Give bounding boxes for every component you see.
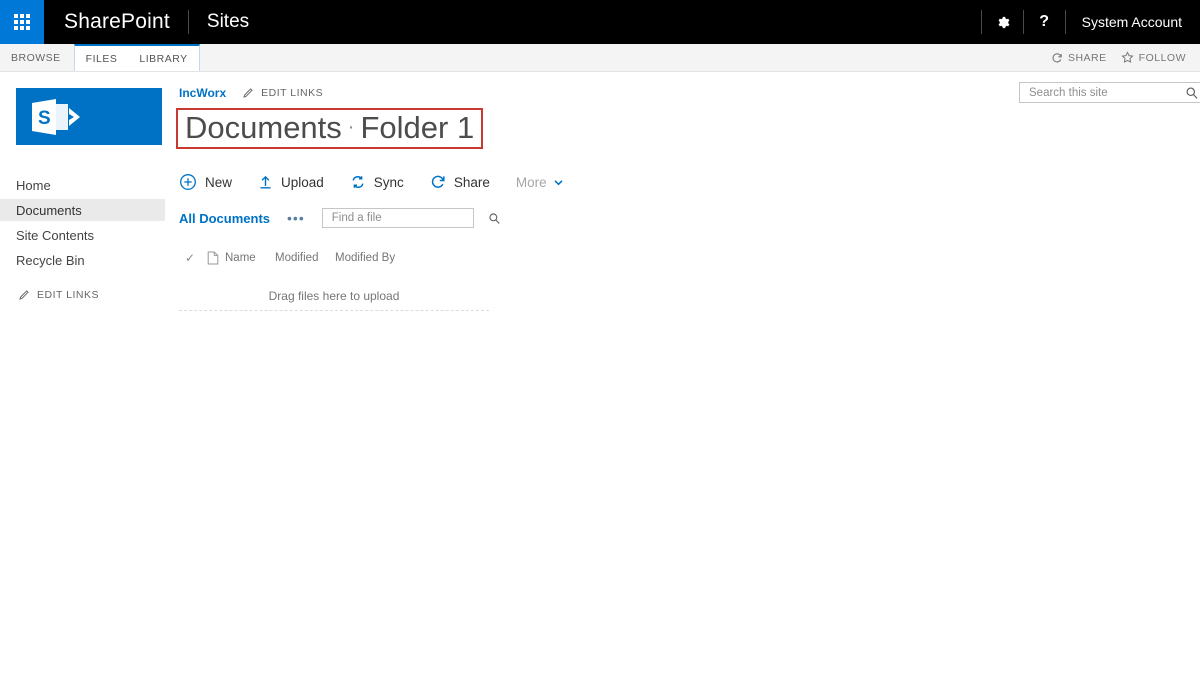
page-title-separator: ·	[347, 116, 355, 139]
new-button[interactable]: New	[179, 173, 232, 191]
command-bar: New Upload Sync Share More	[179, 171, 1200, 193]
page-title-highlight: Documents · Folder 1	[176, 108, 484, 150]
new-button-label: New	[205, 174, 233, 190]
more-button-label: More	[515, 174, 547, 190]
sharepoint-logo-icon: S	[28, 97, 90, 137]
find-a-file-box[interactable]	[321, 208, 500, 229]
tab-library[interactable]: LIBRARY	[128, 46, 198, 71]
view-overflow-ellipsis[interactable]: •••	[287, 210, 305, 226]
help-button[interactable]: ?	[1024, 0, 1065, 44]
sidebar-item-recycle-bin[interactable]: Recycle Bin	[0, 249, 165, 271]
settings-button[interactable]	[982, 0, 1023, 44]
follow-button[interactable]: FOLLOW	[1121, 51, 1186, 64]
follow-button-label: FOLLOW	[1138, 51, 1186, 64]
pencil-icon	[242, 87, 254, 99]
pencil-icon	[18, 289, 30, 301]
sidebar-edit-links-button[interactable]: EDIT LINKS	[0, 289, 165, 301]
header-edit-links-label: EDIT LINKS	[261, 87, 324, 99]
question-mark-icon: ?	[1039, 13, 1049, 30]
drop-zone-divider	[179, 310, 489, 312]
tab-files[interactable]: FILES	[75, 46, 129, 71]
app-launcher-waffle-icon	[14, 14, 30, 30]
document-icon	[201, 251, 225, 265]
sidebar-item-site-contents[interactable]: Site Contents	[0, 224, 165, 246]
column-header-modified-by[interactable]: Modified By	[335, 252, 415, 264]
search-input[interactable]	[1027, 85, 1185, 100]
sync-button-label: Sync	[373, 174, 404, 190]
main-content: IncWorx EDIT LINKS Documents · Folder 1 …	[165, 72, 1200, 312]
ribbon-selected-group: FILES LIBRARY	[73, 44, 200, 71]
chevron-down-icon	[553, 177, 564, 188]
sync-button[interactable]: Sync	[350, 174, 404, 190]
tab-browse[interactable]: BROWSE	[0, 44, 72, 71]
search-icon[interactable]	[1185, 86, 1199, 100]
share-circle-icon	[430, 174, 446, 190]
file-drop-zone[interactable]: Drag files here to upload	[179, 289, 489, 312]
upload-button[interactable]: Upload	[258, 174, 324, 190]
upload-arrow-icon	[258, 174, 273, 190]
sidebar-item-documents[interactable]: Documents	[0, 199, 165, 221]
view-filter-bar: All Documents •••	[179, 207, 1200, 229]
plus-circle-icon	[179, 173, 197, 191]
sidebar-edit-links-label: EDIT LINKS	[37, 289, 99, 301]
suite-bar-spacer	[267, 0, 980, 44]
file-list-header: ✓ Name Modified Modified By	[179, 249, 1200, 267]
user-account-menu[interactable]: System Account	[1066, 0, 1200, 44]
page-body: S Home Documents Site Contents Recycle B…	[0, 72, 1200, 312]
column-header-modified[interactable]: Modified	[275, 252, 335, 264]
share-button-label: SHARE	[1067, 51, 1107, 64]
svg-text:S: S	[38, 108, 51, 129]
share-command-button[interactable]: Share	[430, 174, 490, 190]
sidebar-item-home[interactable]: Home	[0, 174, 165, 196]
select-all-checkmark-icon[interactable]: ✓	[179, 251, 201, 265]
more-button[interactable]: More	[516, 175, 564, 190]
page-title-primary: Documents	[185, 110, 342, 145]
sync-arrows-icon	[350, 174, 366, 190]
share-button[interactable]: SHARE	[1051, 52, 1107, 64]
view-selector-all-documents[interactable]: All Documents	[179, 211, 270, 226]
header-edit-links-button[interactable]: EDIT LINKS	[242, 87, 323, 99]
left-navigation: S Home Documents Site Contents Recycle B…	[0, 72, 165, 301]
sharepoint-brand-link[interactable]: SharePoint	[44, 0, 188, 44]
share-circle-icon	[1051, 52, 1063, 64]
upload-button-label: Upload	[281, 174, 324, 190]
app-launcher-button[interactable]	[0, 0, 44, 44]
search-icon[interactable]	[488, 212, 501, 225]
column-header-name[interactable]: Name	[225, 252, 275, 264]
site-search-box[interactable]	[1019, 82, 1200, 103]
ribbon-actions: SHARE FOLLOW	[1051, 44, 1200, 71]
share-command-label: Share	[453, 174, 490, 190]
drop-zone-message: Drag files here to upload	[268, 289, 400, 304]
nav-list: Home Documents Site Contents Recycle Bin	[0, 174, 165, 271]
gear-icon	[995, 15, 1010, 30]
find-a-file-input[interactable]	[329, 211, 488, 226]
site-logo[interactable]: S	[16, 88, 162, 145]
suite-bar: SharePoint Sites ? System Account	[0, 0, 1200, 44]
sites-link[interactable]: Sites	[189, 0, 267, 44]
page-title-secondary: Folder 1	[360, 110, 475, 145]
breadcrumb-site-link[interactable]: IncWorx	[179, 86, 226, 100]
ribbon-tab-bar: BROWSE FILES LIBRARY SHARE FOLLOW	[0, 44, 1200, 72]
star-icon	[1121, 51, 1134, 64]
